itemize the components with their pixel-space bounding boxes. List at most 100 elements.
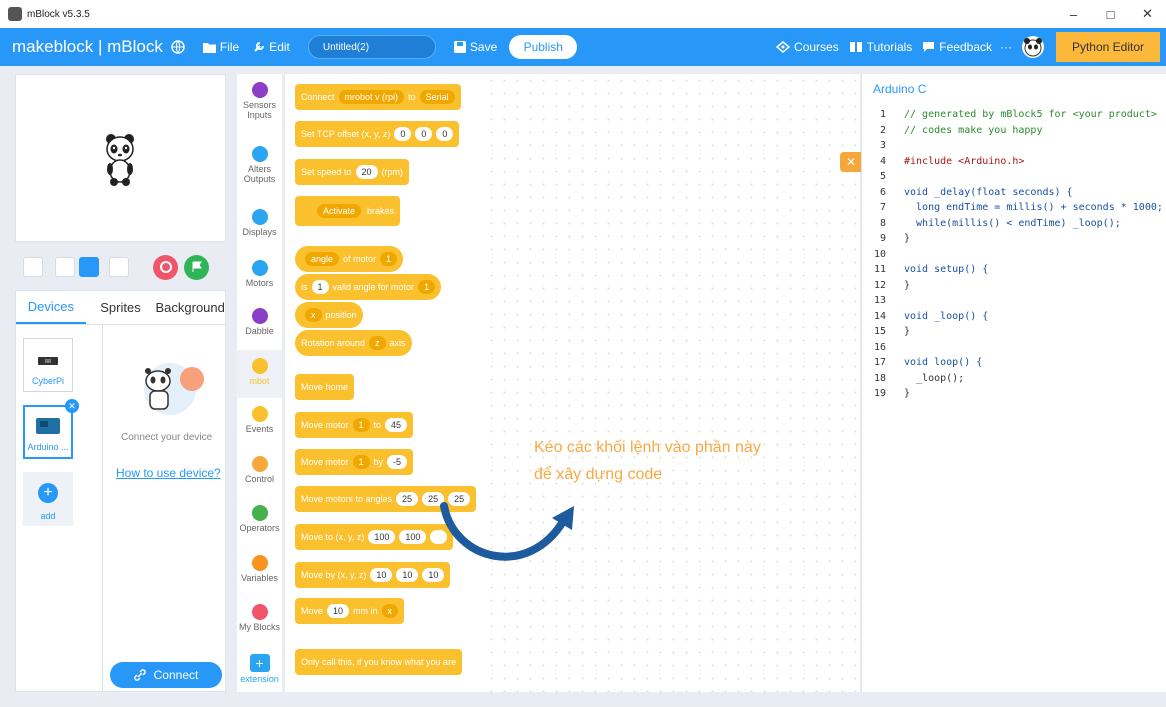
category-extension[interactable]: + extension	[237, 654, 282, 684]
category-label: Motors	[245, 278, 274, 288]
window-titlebar: mBlock v5.3.5 – □ ✕	[0, 0, 1166, 28]
category-dot-icon	[251, 505, 268, 521]
code-text: void setup() {	[904, 264, 989, 275]
block-move-by-xyz[interactable]: Move by (x, y, z) 10 10 10	[295, 562, 451, 588]
more-menu-button[interactable]: ···	[1000, 40, 1012, 54]
block-activate[interactable]: Activate brakes	[295, 196, 401, 226]
block-move-motor-by[interactable]: Move motor 1 by -5	[295, 449, 414, 475]
stop-button[interactable]	[153, 254, 178, 280]
publish-button[interactable]: Publish	[509, 35, 578, 59]
device-card-cyberpi[interactable]: CyberPi	[23, 338, 73, 392]
fullscreen-icon[interactable]	[23, 257, 43, 277]
extension-add-icon: +	[249, 654, 270, 672]
how-to-use-device-link[interactable]: How to use device?	[116, 466, 221, 480]
block-rotation-around[interactable]: Rotation around z axis	[295, 330, 412, 356]
block-move-home[interactable]: Move home	[295, 374, 355, 400]
devices-panel: Devices Sprites Background CyberPi Ardui…	[15, 290, 226, 692]
block-connect[interactable]: Connect mrobot v (rpi) to Serial	[295, 84, 461, 110]
brand-logo: makeblock | mBlock	[12, 37, 163, 56]
project-name-input[interactable]: Untitled(2)	[307, 35, 436, 59]
code-line: 4 #include <Arduino.h>	[862, 154, 1163, 170]
category-list: Sensors Inputs Alters Outputs Displays Mot…	[237, 74, 282, 692]
block-set-tcp-offset[interactable]: Set TCP offset (x, y, z) 0 0 0	[295, 121, 460, 147]
edit-menu-label: Edit	[269, 40, 290, 54]
user-avatar[interactable]	[1022, 36, 1044, 58]
line-number: 19	[873, 388, 886, 399]
courses-label: Courses	[794, 40, 839, 54]
language-globe-icon[interactable]	[171, 40, 189, 54]
category-operators[interactable]: Operators	[237, 505, 282, 533]
block-only-call-this[interactable]: Only call this, if you know what you are	[295, 649, 463, 675]
edit-menu[interactable]: Edit	[253, 40, 290, 54]
code-lines[interactable]: 1 // generated by mBlock5 for <your produ…	[862, 107, 1163, 402]
code-panel: Arduino C 1 // generated by mBlock5 for <…	[861, 74, 1166, 692]
device-card-arduino[interactable]: Arduino ... ✕	[23, 399, 79, 459]
category-dot-icon	[251, 82, 268, 98]
wrench-icon	[254, 42, 265, 52]
category-dot-icon	[251, 209, 268, 225]
blocks-palette: Connect mrobot v (rpi) to Serial Set TCP of…	[285, 74, 485, 692]
category-variables[interactable]: Variables	[237, 555, 282, 583]
tab-devices[interactable]: Devices	[16, 291, 86, 324]
close-code-panel-button[interactable]: ✕	[840, 152, 862, 172]
tab-background[interactable]: Background	[155, 291, 225, 324]
add-icon: +	[38, 483, 58, 503]
category-mbot[interactable]: mbot	[237, 350, 282, 398]
tutorials-button[interactable]: Tutorials	[849, 40, 913, 54]
line-number: 9	[879, 233, 886, 244]
category-alters[interactable]: Alters Outputs	[237, 146, 282, 184]
connect-button[interactable]: Connect	[110, 662, 222, 688]
block-move-motor-to[interactable]: Move motor 1 to 45	[295, 412, 414, 438]
category-label: Operators	[239, 523, 280, 533]
code-line: 3	[862, 138, 1163, 154]
normal-stage-icon[interactable]	[79, 257, 99, 277]
block-is-valid-angle[interactable]: is 1 valid angle for motor 1	[295, 274, 442, 300]
code-text: }	[904, 388, 911, 399]
close-window-button[interactable]: ✕	[1129, 0, 1166, 28]
file-menu-label: File	[219, 40, 240, 54]
tutorials-label: Tutorials	[866, 40, 913, 54]
category-label: Dabble	[245, 326, 274, 336]
save-button[interactable]: Save	[453, 40, 497, 54]
tab-sprites[interactable]: Sprites	[86, 291, 156, 324]
mblock-app-icon	[8, 7, 22, 21]
code-line: 7 long endTime = millis() + seconds * 10…	[862, 200, 1163, 216]
code-line: 6 void _delay(float seconds) {	[862, 185, 1163, 201]
category-label: Alters Outputs	[243, 164, 276, 184]
block-move-to-xyz[interactable]: Move to (x, y, z) 100 100	[295, 524, 454, 550]
category-events[interactable]: Events	[237, 406, 282, 434]
block-angle-of-motor[interactable]: angle of motor 1	[295, 246, 404, 272]
panda-sprite	[106, 134, 134, 186]
stage-panel[interactable]	[15, 74, 226, 242]
remove-device-icon[interactable]: ✕	[65, 399, 79, 413]
grid-stage-icon[interactable]	[109, 257, 129, 277]
category-my-blocks[interactable]: My Blocks	[237, 604, 282, 632]
category-dot-icon	[251, 406, 268, 422]
category-motors[interactable]: Motors	[237, 260, 282, 288]
category-control[interactable]: Control	[237, 456, 282, 484]
courses-button[interactable]: Courses	[776, 40, 839, 54]
block-set-speed[interactable]: Set speed to 20 (rpm)	[295, 159, 410, 185]
script-canvas[interactable]	[485, 74, 860, 692]
minimize-button[interactable]: –	[1055, 0, 1092, 28]
feedback-label: Feedback	[939, 40, 992, 54]
line-number: 17	[873, 357, 886, 368]
file-menu[interactable]: File	[202, 40, 240, 54]
small-stage-icon[interactable]	[55, 257, 75, 277]
maximize-button[interactable]: □	[1092, 0, 1129, 28]
category-sensors[interactable]: Sensors Inputs	[237, 82, 282, 120]
code-panel-title: Arduino C	[873, 82, 927, 96]
code-text: }	[904, 326, 911, 337]
line-number: 13	[873, 295, 886, 306]
feedback-button[interactable]: Feedback	[922, 40, 992, 54]
green-flag-button[interactable]	[184, 254, 209, 280]
block-move-mm[interactable]: Move 10 mm in x	[295, 598, 405, 624]
code-text: // generated by mBlock5 for <your produc…	[904, 109, 1157, 120]
book-icon	[849, 42, 862, 52]
line-number: 1	[879, 109, 886, 120]
python-editor-button[interactable]: Python Editor	[1056, 32, 1160, 62]
category-displays[interactable]: Displays	[237, 209, 282, 237]
add-device-card[interactable]: + add	[23, 472, 73, 526]
category-dabble[interactable]: Dabble	[237, 308, 282, 336]
block-position[interactable]: x position	[295, 302, 363, 328]
